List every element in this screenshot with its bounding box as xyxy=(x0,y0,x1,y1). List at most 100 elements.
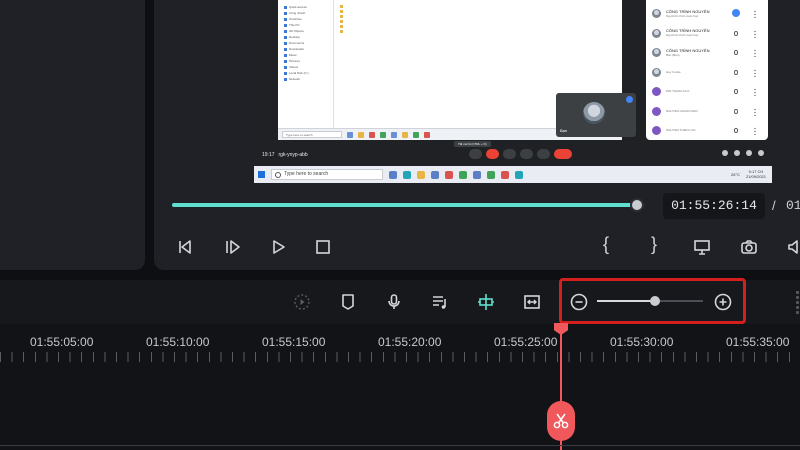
avatar xyxy=(652,126,661,136)
mic-off-icon xyxy=(734,30,738,36)
chrome-icon xyxy=(459,170,467,179)
meet-side-controls xyxy=(722,150,764,156)
speaker-icon xyxy=(788,240,798,254)
total-timecode: 01 xyxy=(786,198,800,213)
mic-tooltip: Tắt micrô (CTRL + D) xyxy=(454,141,491,147)
mic-off-icon xyxy=(734,108,738,114)
taskbar-app-icon xyxy=(424,131,430,138)
participant-name: NGUYEN THIEN LOC xyxy=(666,128,696,133)
preview-screen[interactable]: Quick access Công nhanh OneDrive This PC… xyxy=(254,0,772,183)
snap-button[interactable] xyxy=(475,291,497,313)
explorer-sidebar: Quick access Công nhanh OneDrive This PC… xyxy=(278,0,334,140)
info-icon xyxy=(722,150,728,156)
taskbar-clock: 9:17 CH 21/09/2021 xyxy=(746,169,766,179)
meeting-info: 19:17 rgk-ynyp-abb xyxy=(262,152,308,158)
taskbar-app-icon xyxy=(402,131,408,138)
taskbar-app-icon xyxy=(380,131,386,138)
next-frame-button[interactable] xyxy=(221,236,243,258)
participant-name: Huy Coolie xyxy=(666,69,681,74)
avatar xyxy=(652,106,661,116)
toolbar-grip-handle[interactable] xyxy=(795,290,800,314)
meet-window: Quick access Công nhanh OneDrive This PC… xyxy=(254,0,772,166)
scrubber-track[interactable] xyxy=(172,203,644,207)
playback-scrubber[interactable] xyxy=(172,198,644,212)
play-circle-dashed-icon xyxy=(294,294,310,310)
zoom-in-button[interactable] xyxy=(712,291,734,313)
mark-out-button[interactable]: } xyxy=(651,234,657,255)
participant-row: MAI THANH HUY xyxy=(646,82,768,102)
auto-ripple-button[interactable] xyxy=(291,291,313,313)
folder-icon xyxy=(358,131,364,138)
participant-name: NGUYEN HOANG BAO xyxy=(666,108,698,113)
store-icon xyxy=(431,170,439,179)
participant-row: NGUYEN HOANG BAO xyxy=(646,102,768,122)
music-list-icon xyxy=(433,296,446,309)
taskbar-app-icon xyxy=(413,131,419,138)
fit-timeline-button[interactable] xyxy=(521,291,543,313)
timeline-ruler-ticks xyxy=(0,352,800,362)
taskbar-search-box: Type here to search xyxy=(271,169,383,180)
powerpoint-icon xyxy=(501,170,509,179)
meeting-code: rgk-ynyp-abb xyxy=(278,152,308,158)
avatar xyxy=(652,9,661,19)
office-icon xyxy=(445,170,453,179)
taskbar-app-icon xyxy=(347,131,353,138)
weather-temp: 26°C xyxy=(731,171,740,177)
people-icon xyxy=(734,150,740,156)
volume-button[interactable] xyxy=(784,236,800,258)
meet-controls xyxy=(469,149,572,159)
task-view-icon xyxy=(389,170,397,179)
mark-in-button[interactable]: { xyxy=(603,234,609,255)
current-timecode[interactable]: 01:55:26:14 xyxy=(663,193,765,219)
play-button[interactable] xyxy=(267,236,289,258)
ruler-label: 01:55:05:00 xyxy=(30,335,94,349)
voiceover-button[interactable] xyxy=(383,291,405,313)
plus-circle-icon xyxy=(714,293,732,311)
meet-control-bar: Tắt micrô (CTRL + D) 19:17 rgk-ynyp-abb xyxy=(254,140,772,166)
stop-icon xyxy=(316,240,330,254)
zoom-slider-fill xyxy=(597,300,656,302)
mic-icon xyxy=(469,149,482,159)
mic-off-icon xyxy=(734,89,738,94)
participants-panel: CÔNG TRÌNH NGUYÊN Người tổ chức cuộc họp … xyxy=(646,0,768,140)
ruler-label: 01:55:20:00 xyxy=(378,335,442,349)
add-marker-button[interactable] xyxy=(337,291,359,313)
stop-button[interactable] xyxy=(312,236,334,258)
mic-off-icon xyxy=(734,128,738,133)
avatar xyxy=(652,87,661,97)
previous-frame-button[interactable] xyxy=(174,236,196,258)
file-row xyxy=(340,29,620,34)
participant-row: CÔNG TRÌNH NGUYÊN Người tổ chức cuộc họp xyxy=(646,4,768,24)
ruler-label: 01:55:25:00 xyxy=(494,335,558,349)
mic-off-icon xyxy=(734,50,738,55)
explorer-search-box: Type here to search xyxy=(282,131,342,138)
play-icon xyxy=(273,240,285,254)
ruler-label: 01:55:15:00 xyxy=(262,335,326,349)
display-settings-button[interactable] xyxy=(691,236,713,258)
edge-icon xyxy=(403,170,411,179)
more-vert-icon xyxy=(754,127,756,135)
chat-icon xyxy=(746,150,752,156)
snapshot-button[interactable] xyxy=(738,236,760,258)
scrubber-handle[interactable] xyxy=(630,198,644,212)
taskbar-app-icon xyxy=(391,131,397,138)
split-button[interactable] xyxy=(547,401,575,441)
editor-window: Quick access Công nhanh OneDrive This PC… xyxy=(0,0,800,450)
more-vert-icon xyxy=(754,107,756,116)
participant-row: CÔNG TRÌNH NGUYÊN Bạn (Bạn) xyxy=(646,43,768,63)
clock-date: 21/09/2021 xyxy=(745,174,766,179)
participant-row: Huy Coolie xyxy=(646,63,768,83)
step-forward-icon xyxy=(226,240,240,254)
camera-icon xyxy=(741,240,757,254)
audio-mixer-button[interactable] xyxy=(429,291,451,313)
end-call-icon xyxy=(554,149,572,159)
activities-icon xyxy=(758,150,764,156)
scissors-icon xyxy=(553,413,569,429)
avatar xyxy=(583,102,605,124)
camera-off-icon xyxy=(486,149,499,159)
word-icon xyxy=(473,170,481,179)
zoom-out-button[interactable] xyxy=(568,291,590,313)
avatar xyxy=(652,28,661,38)
minus-circle-icon xyxy=(570,293,588,311)
more-vert-icon xyxy=(754,68,756,77)
